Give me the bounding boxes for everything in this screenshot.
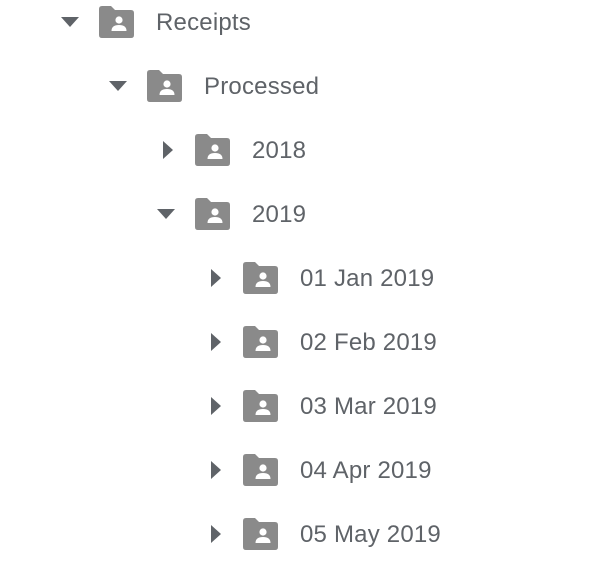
tree-node-month[interactable]: 03 Mar 2019: [0, 386, 592, 426]
triangle-right-icon[interactable]: [204, 386, 228, 426]
tree-node-2019[interactable]: 2019: [0, 194, 592, 234]
tree-node-processed[interactable]: Processed: [0, 66, 592, 106]
shared-folder-icon: [192, 194, 232, 234]
tree-node-label: 2018: [252, 137, 307, 164]
tree-node-receipts[interactable]: Receipts: [0, 2, 592, 42]
tree-node-month[interactable]: 01 Jan 2019: [0, 258, 592, 298]
tree-node-label: 03 Mar 2019: [300, 393, 437, 420]
shared-folder-icon: [240, 450, 280, 490]
tree-node-label: 2019: [252, 201, 307, 228]
tree-node-month[interactable]: 02 Feb 2019: [0, 322, 592, 362]
triangle-right-icon[interactable]: [204, 450, 228, 490]
tree-node-label: 02 Feb 2019: [300, 329, 437, 356]
shared-folder-icon: [96, 2, 136, 42]
tree-node-label: 04 Apr 2019: [300, 457, 432, 484]
triangle-down-icon[interactable]: [154, 194, 178, 234]
tree-node-2018[interactable]: 2018: [0, 130, 592, 170]
tree-node-month[interactable]: 04 Apr 2019: [0, 450, 592, 490]
shared-folder-icon: [240, 514, 280, 554]
shared-folder-icon: [144, 66, 184, 106]
triangle-right-icon[interactable]: [204, 514, 228, 554]
triangle-down-icon[interactable]: [106, 66, 130, 106]
triangle-right-icon[interactable]: [204, 322, 228, 362]
shared-folder-icon: [192, 130, 232, 170]
shared-folder-icon: [240, 322, 280, 362]
tree-node-label: 01 Jan 2019: [300, 265, 435, 292]
tree-node-label: 05 May 2019: [300, 521, 441, 548]
triangle-right-icon[interactable]: [156, 130, 180, 170]
triangle-down-icon[interactable]: [58, 2, 82, 42]
shared-folder-icon: [240, 386, 280, 426]
tree-node-label: Receipts: [156, 9, 251, 36]
triangle-right-icon[interactable]: [204, 258, 228, 298]
tree-node-month[interactable]: 05 May 2019: [0, 514, 592, 554]
tree-node-label: Processed: [204, 73, 320, 100]
shared-folder-icon: [240, 258, 280, 298]
folder-tree: Receipts Processed 2018 2019 01 Jan 2019…: [0, 0, 592, 572]
